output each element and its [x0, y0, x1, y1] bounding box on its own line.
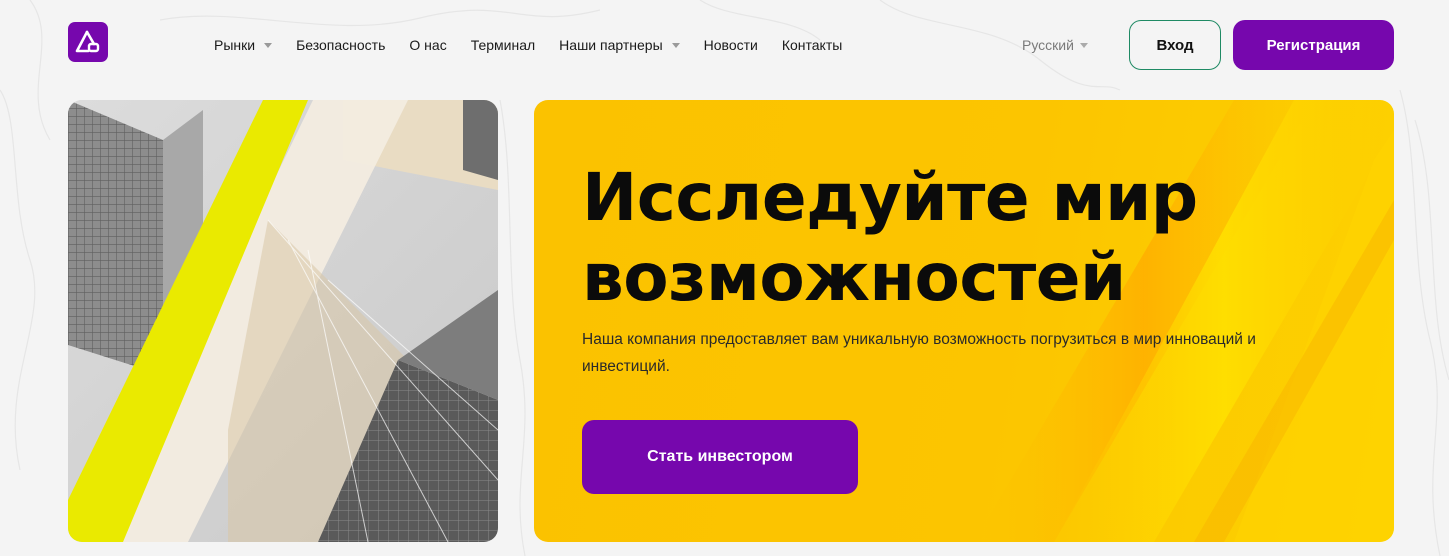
nav-item-markets[interactable]: Рынки [214, 37, 273, 53]
nav-item-label: Безопасность [296, 37, 386, 53]
login-button[interactable]: Вход [1129, 20, 1221, 70]
chevron-down-icon [671, 43, 680, 48]
hero-image [68, 100, 498, 542]
nav-item-contacts[interactable]: Контакты [782, 37, 842, 53]
nav-item-terminal[interactable]: Терминал [471, 37, 535, 53]
register-button[interactable]: Регистрация [1233, 20, 1394, 70]
nav-item-security[interactable]: Безопасность [296, 37, 385, 53]
hero-description: Наша компания предоставляет вам уникальн… [582, 331, 1256, 375]
nav-item-label: Новости [703, 37, 758, 53]
nav-item-label: О нас [409, 37, 447, 53]
triangle-logo-icon [75, 30, 100, 53]
nav-item-label: Рынки [214, 37, 256, 53]
language-label: Русский [1022, 37, 1074, 53]
hero-title: Исследуйте мир возможностей [582, 158, 1342, 318]
hero-title-line-1: Исследуйте мир [582, 159, 1198, 236]
nav-item-about[interactable]: О нас [409, 37, 446, 53]
language-select[interactable]: Русский [1022, 34, 1088, 56]
nav-item-label: Наши партнеры [559, 37, 663, 53]
brand-logo[interactable] [68, 22, 108, 62]
nav-item-label: Терминал [470, 37, 536, 53]
hero-title-line-2: возможностей [582, 239, 1126, 316]
chevron-down-icon [1079, 43, 1088, 48]
nav-item-news[interactable]: Новости [704, 37, 758, 53]
main-nav: Рынки Безопасность О нас Терминал Наши п… [214, 34, 866, 56]
nav-item-partners[interactable]: Наши партнеры [559, 37, 680, 53]
become-investor-button[interactable]: Стать инвестором [582, 420, 858, 494]
hero-banner: Исследуйте мир возможностей Наша компани… [534, 100, 1394, 542]
nav-item-label: Контакты [781, 37, 843, 53]
chevron-down-icon [264, 43, 273, 48]
